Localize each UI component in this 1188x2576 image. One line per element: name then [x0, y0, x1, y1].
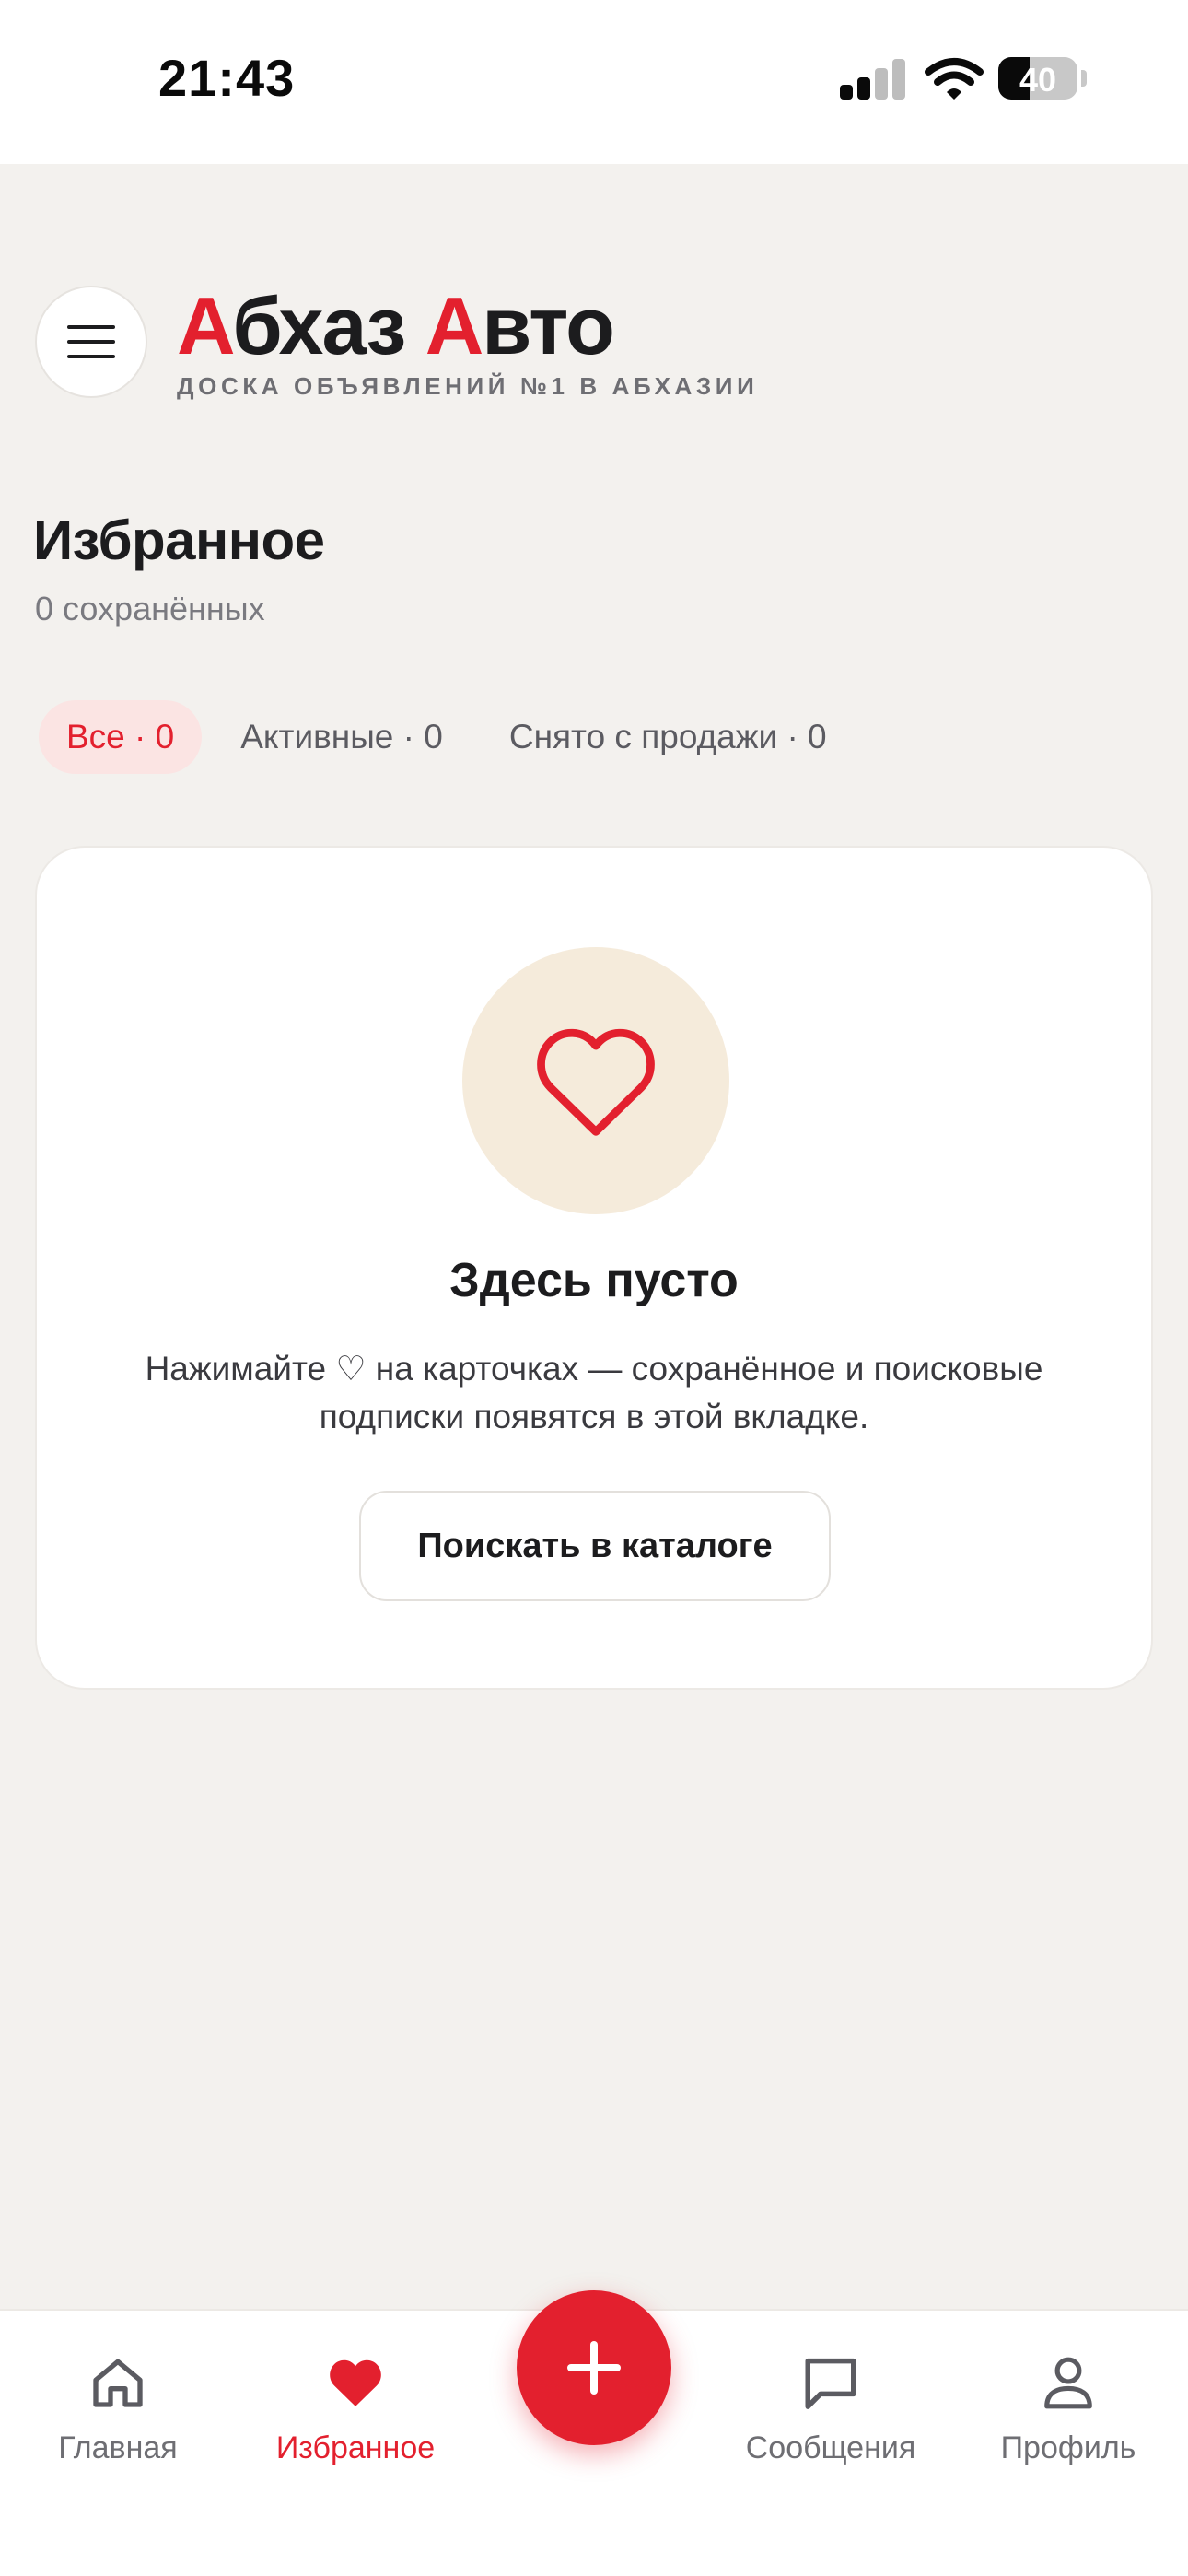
saved-count: 0 сохранённых [35, 590, 265, 627]
nav-item-profile[interactable]: Профиль [958, 2348, 1179, 2466]
chat-bubble-icon [805, 2358, 856, 2409]
wifi-icon [925, 58, 984, 100]
heart-icon [330, 2359, 381, 2406]
nav-item-messages[interactable]: Сообщения [720, 2348, 941, 2466]
logo-word-part: бхаз [232, 280, 425, 371]
tab-all[interactable]: Все · 0 [39, 700, 203, 774]
battery-icon: 40 [998, 57, 1077, 100]
plus-icon [567, 2341, 621, 2395]
battery-cap [1081, 70, 1087, 87]
nav-label-favorites: Избранное [275, 2430, 436, 2465]
nav-label-messages: Сообщения [745, 2430, 916, 2465]
filter-tabs: Все · 0 Активные · 0 Снято с продажи · 0 [39, 700, 866, 774]
logo-word-part: вто [482, 280, 615, 371]
empty-state-card: Здесь пусто Нажимайте ♡ на карточках — с… [35, 846, 1153, 1690]
page-title: Избранное [33, 509, 325, 571]
empty-state-title: Здесь пусто [449, 1254, 739, 1307]
status-bar: 21:43 40 [0, 0, 1188, 164]
logo-tagline: ДОСКА ОБЪЯВЛЕНИЙ №1 В АБХАЗИИ [177, 372, 759, 400]
add-listing-button[interactable] [517, 2290, 671, 2445]
nav-item-favorites[interactable]: Избранное [245, 2348, 466, 2466]
empty-state-text: Нажимайте ♡ на карточках — сохранённое и… [145, 1350, 1043, 1435]
hamburger-menu-icon [67, 325, 115, 358]
search-catalog-button[interactable]: Поискать в каталоге [359, 1491, 831, 1601]
nav-label-profile: Профиль [1000, 2430, 1136, 2465]
home-icon [93, 2359, 143, 2407]
battery-level: 40 [1019, 61, 1057, 99]
cellular-signal-icon [840, 59, 906, 100]
logo[interactable]: Абхаз Авто ДОСКА ОБЪЯВЛЕНИЙ №1 В АБХАЗИИ [177, 282, 758, 401]
logo-accent-letter: А [177, 280, 234, 371]
empty-state-icon-circle [462, 947, 729, 1214]
user-icon [1044, 2357, 1092, 2409]
logo-accent-letter: А [425, 280, 484, 371]
heart-outline-icon [537, 1028, 655, 1136]
tab-active[interactable]: Активные · 0 [213, 700, 471, 774]
nav-label-home: Главная [58, 2430, 178, 2465]
status-time: 21:43 [158, 49, 296, 107]
menu-button[interactable] [35, 286, 147, 398]
logo-title: Абхаз Авто [177, 282, 758, 370]
nav-item-home[interactable]: Главная [7, 2348, 228, 2466]
tab-removed-from-sale[interactable]: Снято с продажи · 0 [482, 700, 855, 774]
favorites-screen: 21:43 40 Абхаз Авто ДОСКА ОБЪЯВЛЕНИЙ №1 … [0, 0, 1188, 2576]
